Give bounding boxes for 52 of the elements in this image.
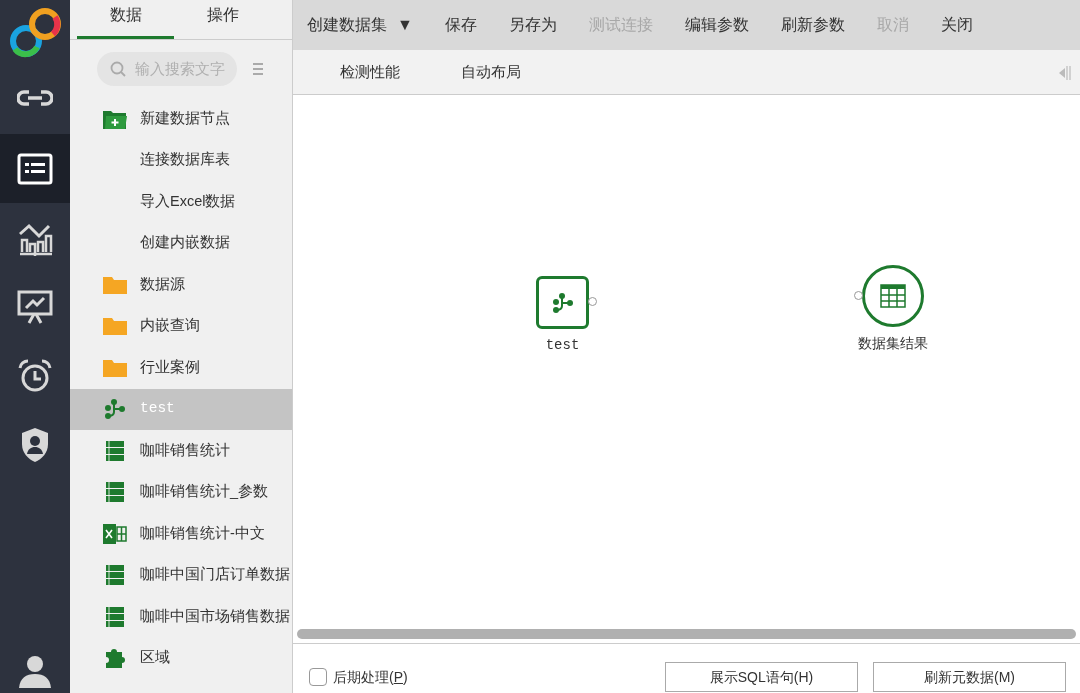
table-grid-icon bbox=[880, 284, 906, 308]
table-icon bbox=[106, 606, 124, 627]
tree-item[interactable]: 咖啡销售统计 bbox=[70, 430, 292, 472]
toolbar-button[interactable]: 检测性能 bbox=[340, 60, 400, 84]
folder-icon bbox=[103, 317, 127, 336]
sidebar-tab[interactable]: 操作 bbox=[174, 0, 271, 39]
toolbar-button[interactable]: 自动布局 bbox=[461, 60, 521, 84]
checkbox-label: 后期处理(P) bbox=[333, 667, 408, 687]
toolbar-button[interactable]: 关闭 bbox=[940, 13, 973, 37]
checkbox[interactable] bbox=[309, 668, 327, 686]
tree-item[interactable]: 行业案例 bbox=[70, 347, 292, 389]
tree-item[interactable]: 咖啡销售统计-中文 bbox=[70, 513, 292, 555]
sidebar-tab[interactable]: 数据 bbox=[77, 0, 174, 39]
tree-item[interactable]: 创建内嵌数据 bbox=[70, 222, 292, 264]
flow-node[interactable] bbox=[536, 276, 589, 329]
table-icon bbox=[106, 440, 124, 461]
tree-item[interactable]: 新建数据节点 bbox=[70, 98, 292, 140]
port-handle[interactable] bbox=[854, 291, 863, 300]
list-icon bbox=[17, 152, 53, 185]
port-handle[interactable] bbox=[588, 297, 597, 306]
nav-rail-item[interactable] bbox=[0, 134, 70, 203]
footer-button[interactable]: 刷新元数据(M) bbox=[873, 662, 1066, 692]
tree-item[interactable]: 连接数据库表 bbox=[70, 139, 292, 181]
spreadsheet-icon bbox=[103, 523, 127, 544]
tree-item[interactable]: 导入Excel数据 bbox=[70, 181, 292, 223]
tree-item[interactable]: 咖啡中国市场销售数据 bbox=[70, 596, 292, 638]
tree-item[interactable]: 区域 bbox=[70, 637, 292, 679]
flow-icon bbox=[551, 292, 574, 313]
scrollbar[interactable] bbox=[297, 629, 1076, 639]
tree-item[interactable]: 内嵌查询 bbox=[70, 305, 292, 347]
tree-item[interactable]: 数据源 bbox=[70, 264, 292, 306]
toolbar-button[interactable]: 另存为 bbox=[508, 13, 557, 37]
search-icon bbox=[110, 61, 126, 77]
table-icon bbox=[106, 482, 124, 503]
node-label: 数据集结果 bbox=[858, 334, 928, 353]
tree-item[interactable]: 咖啡中国门店订单数据 bbox=[70, 554, 292, 596]
puzzle-icon bbox=[104, 648, 126, 669]
tree-item[interactable]: 咖啡销售统计_参数 bbox=[70, 471, 292, 513]
toolbar-button[interactable]: 刷新参数 bbox=[780, 13, 845, 37]
folder-icon bbox=[103, 358, 127, 377]
shield-user-icon bbox=[20, 426, 50, 463]
toolbar-button[interactable]: 编辑参数 bbox=[684, 13, 749, 37]
toolbar-button[interactable]: 创建数据集 ▼ bbox=[307, 13, 413, 37]
folder-icon bbox=[103, 275, 127, 294]
alarm-clock-icon bbox=[17, 358, 53, 393]
toolbar-button[interactable]: 保存 bbox=[444, 13, 477, 37]
user-icon[interactable] bbox=[18, 653, 52, 688]
presentation-icon bbox=[17, 289, 53, 324]
footer-button[interactable]: 展示SQL语句(H) bbox=[665, 662, 858, 692]
node-label: test bbox=[545, 336, 580, 355]
flow-icon bbox=[104, 399, 126, 420]
table-icon bbox=[106, 565, 124, 586]
